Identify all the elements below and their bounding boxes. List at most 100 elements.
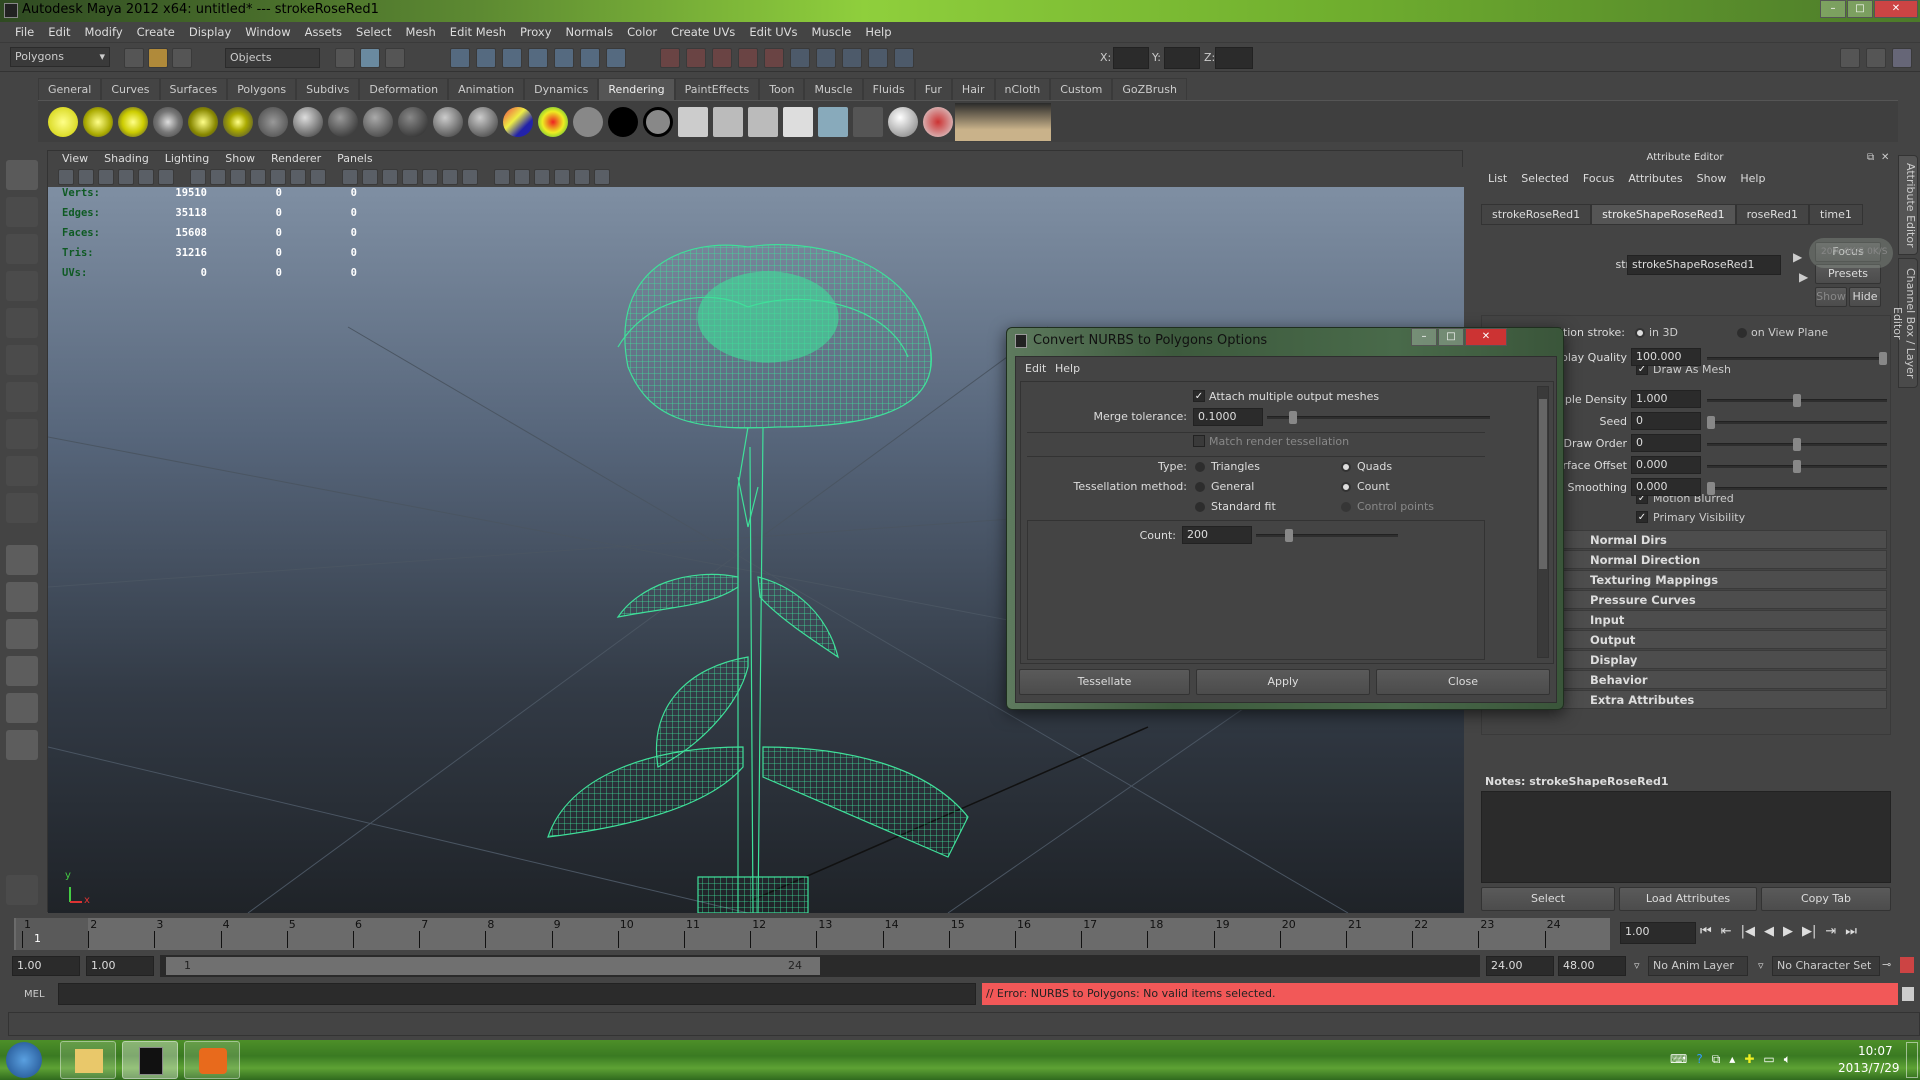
menu-create-uvs[interactable]: Create UVs xyxy=(664,22,742,42)
move-tool-icon[interactable] xyxy=(6,271,38,301)
explorer-taskbar-button[interactable] xyxy=(60,1041,116,1079)
security-icon[interactable]: ✚ xyxy=(1744,1052,1754,1067)
slider-handle[interactable] xyxy=(1289,411,1297,424)
shelf-tab-gozbrush[interactable]: GoZBrush xyxy=(1112,78,1187,100)
viewport-tool-icon[interactable] xyxy=(250,169,266,185)
slider-handle[interactable] xyxy=(1707,416,1715,429)
viewport-tool-icon[interactable] xyxy=(310,169,326,185)
maximize-button[interactable]: □ xyxy=(1847,0,1873,18)
snap-icon[interactable] xyxy=(738,48,758,68)
step-forward-key-icon[interactable]: ⇥ xyxy=(1825,924,1836,939)
ipr-render-icon[interactable] xyxy=(748,107,778,137)
render-icon[interactable] xyxy=(293,107,323,137)
menu-mesh[interactable]: Mesh xyxy=(399,22,443,42)
snap-icon[interactable] xyxy=(712,48,732,68)
snap-icon[interactable] xyxy=(660,48,680,68)
menu-muscle[interactable]: Muscle xyxy=(805,22,859,42)
float-panel-icon[interactable]: ⧉ xyxy=(1867,152,1874,163)
animation-prefs-icon[interactable] xyxy=(1900,957,1914,973)
history-icon[interactable] xyxy=(816,48,836,68)
attr-slider[interactable] xyxy=(1707,482,1887,495)
viewport-tool-icon[interactable] xyxy=(422,169,438,185)
end-time-field[interactable]: 48.00 xyxy=(1558,956,1626,976)
viewport-tool-icon[interactable] xyxy=(574,169,590,185)
viewport-tool-icon[interactable] xyxy=(382,169,398,185)
viewport-tool-icon[interactable] xyxy=(190,169,206,185)
start-button[interactable] xyxy=(6,1042,42,1078)
paint-select-tool-icon[interactable] xyxy=(6,234,38,264)
menu-file[interactable]: File xyxy=(8,22,41,42)
viewport-tool-icon[interactable] xyxy=(270,169,286,185)
new-scene-icon[interactable] xyxy=(124,48,144,68)
restore-icon[interactable]: ⧉ xyxy=(1712,1052,1721,1067)
shelf-tab-fluids[interactable]: Fluids xyxy=(862,78,915,100)
shelf-tab-toon[interactable]: Toon xyxy=(759,78,805,100)
tessellate-button[interactable]: Tessellate xyxy=(1019,669,1190,695)
menu-assets[interactable]: Assets xyxy=(298,22,349,42)
selection-mask-icon[interactable] xyxy=(606,48,626,68)
layered-shader-icon[interactable] xyxy=(503,107,533,137)
viewport-tool-icon[interactable] xyxy=(594,169,610,185)
shelf-tab-curves[interactable]: Curves xyxy=(101,78,160,100)
slider-handle[interactable] xyxy=(1285,529,1293,542)
viewport-tool-icon[interactable] xyxy=(210,169,226,185)
attr-slider[interactable] xyxy=(1707,460,1887,473)
notes-textarea[interactable] xyxy=(1481,791,1891,883)
script-editor-icon[interactable] xyxy=(1902,987,1914,1001)
selection-mask-icon[interactable] xyxy=(450,48,470,68)
scale-tool-icon[interactable] xyxy=(6,345,38,375)
shelf-tab-painteffects[interactable]: PaintEffects xyxy=(674,78,760,100)
scrollbar-thumb[interactable] xyxy=(1539,399,1547,569)
menu-modify[interactable]: Modify xyxy=(78,22,130,42)
viewport-tool-icon[interactable] xyxy=(462,169,478,185)
paint-brush-icon[interactable] xyxy=(923,107,953,137)
use-background-icon[interactable] xyxy=(608,107,638,137)
attr-slider[interactable] xyxy=(1707,352,1887,365)
viewport-tool-icon[interactable] xyxy=(534,169,550,185)
ambient-light-icon[interactable] xyxy=(48,107,78,137)
menu-select[interactable]: Select xyxy=(349,22,398,42)
play-forwards-icon[interactable]: ▶ xyxy=(1783,924,1793,939)
viewport-tool-icon[interactable] xyxy=(554,169,570,185)
merge-tolerance-slider[interactable] xyxy=(1267,411,1490,424)
selection-mask-icon[interactable] xyxy=(528,48,548,68)
shelf-tab-animation[interactable]: Animation xyxy=(448,78,525,100)
single-pane-layout-icon[interactable] xyxy=(6,545,38,575)
viewport-tool-icon[interactable] xyxy=(158,169,174,185)
mel-label[interactable]: MEL xyxy=(24,989,45,1000)
viewport-menu-view[interactable]: View xyxy=(54,151,96,167)
render-current-frame-icon[interactable] xyxy=(713,107,743,137)
character-set-dropdown[interactable]: No Character Set xyxy=(1772,956,1880,976)
ae-tab-roseRed1[interactable]: roseRed1 xyxy=(1735,204,1810,225)
select-tool-icon[interactable] xyxy=(6,160,38,190)
surface-shader-icon[interactable] xyxy=(573,107,603,137)
save-scene-icon[interactable] xyxy=(172,48,192,68)
render-view-icon[interactable] xyxy=(678,107,708,137)
shelf-tab-surfaces[interactable]: Surfaces xyxy=(159,78,228,100)
step-back-key-icon[interactable]: ⇤ xyxy=(1721,924,1732,939)
history-icon[interactable] xyxy=(790,48,810,68)
phong-icon[interactable] xyxy=(398,107,428,137)
viewport-tool-icon[interactable] xyxy=(442,169,458,185)
rotate-tool-icon[interactable] xyxy=(6,308,38,338)
ae-menu-selected[interactable]: Selected xyxy=(1514,172,1576,185)
help-tray-icon[interactable]: ? xyxy=(1696,1052,1702,1067)
menu-create[interactable]: Create xyxy=(130,22,182,42)
ae-menu-show[interactable]: Show xyxy=(1690,172,1734,185)
ae-menu-help[interactable]: Help xyxy=(1733,172,1772,185)
viewport-menu-shading[interactable]: Shading xyxy=(96,151,157,167)
shelf-tab-rendering[interactable]: Rendering xyxy=(598,78,675,100)
select-button[interactable]: Select xyxy=(1481,887,1615,911)
shelf-tab-polygons[interactable]: Polygons xyxy=(227,78,297,100)
viewport-menu-panels[interactable]: Panels xyxy=(329,151,380,167)
outliner-layout-icon[interactable] xyxy=(6,619,38,649)
selection-mask-icon[interactable] xyxy=(502,48,522,68)
shading-map-icon[interactable] xyxy=(643,107,673,137)
viewport-tool-icon[interactable] xyxy=(362,169,378,185)
radio-count[interactable] xyxy=(1341,482,1351,492)
phonge-icon[interactable] xyxy=(433,107,463,137)
shelf-tab-subdivs[interactable]: Subdivs xyxy=(296,78,360,100)
slider-handle[interactable] xyxy=(1793,438,1801,451)
snap-icon[interactable] xyxy=(764,48,784,68)
chevron-down-icon[interactable]: ▿ xyxy=(1758,959,1764,972)
